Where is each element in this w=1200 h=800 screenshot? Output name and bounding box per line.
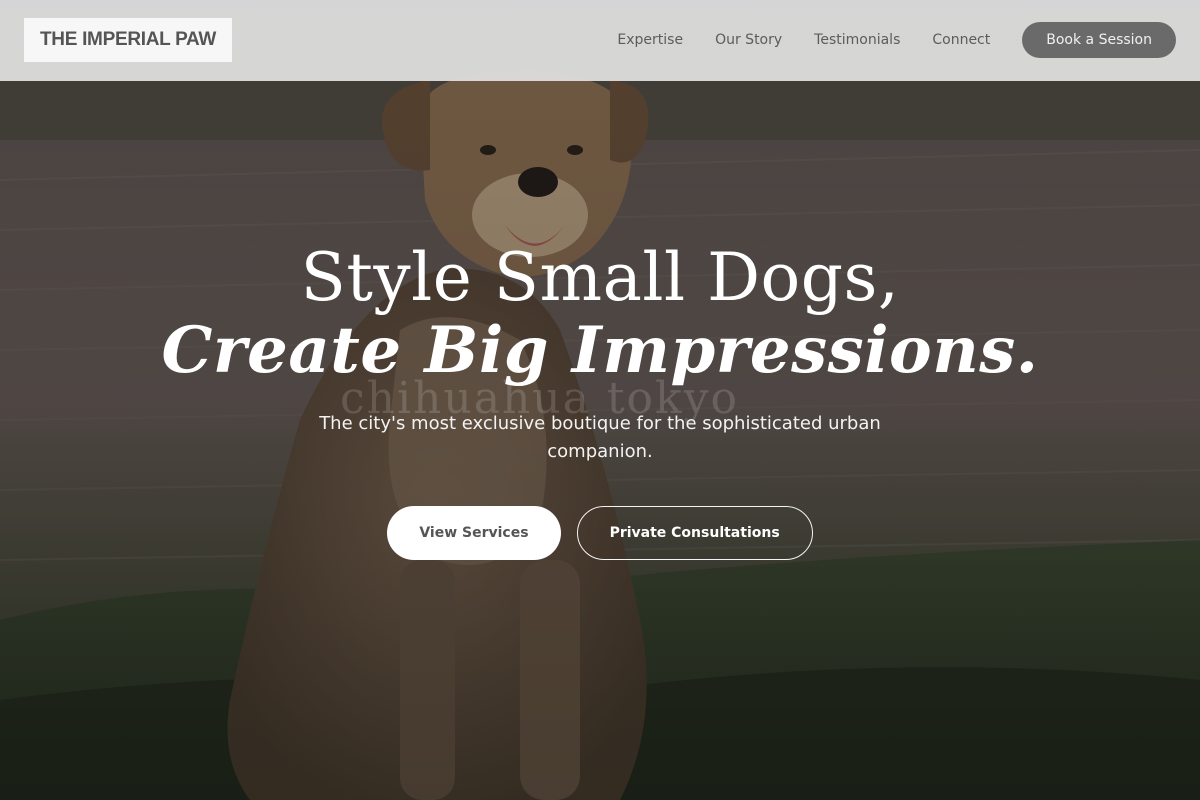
- hero-subtitle: The city's most exclusive boutique for t…: [319, 413, 881, 462]
- site-header: THE IMPERIAL PAW Expertise Our Story Tes…: [0, 0, 1200, 81]
- hero-actions: View Services Private Consultations: [0, 506, 1200, 560]
- nav-link-our-story[interactable]: Our Story: [715, 32, 782, 48]
- logo[interactable]: THE IMPERIAL PAW: [24, 18, 233, 62]
- hero-section: Style Small Dogs, Create Big Impressions…: [0, 240, 1200, 560]
- main-nav: Expertise Our Story Testimonials Connect…: [617, 22, 1176, 58]
- nav-link-testimonials[interactable]: Testimonials: [814, 32, 900, 48]
- private-consultations-button[interactable]: Private Consultations: [576, 506, 813, 560]
- hero-title-line-2: Create Big Impressions.: [161, 313, 1039, 388]
- book-session-button[interactable]: Book a Session: [1022, 22, 1176, 58]
- nav-link-expertise[interactable]: Expertise: [617, 32, 683, 48]
- nav-link-connect[interactable]: Connect: [932, 32, 990, 48]
- view-services-button[interactable]: View Services: [387, 506, 561, 560]
- hero-title-line-1: Style Small Dogs,: [300, 239, 900, 316]
